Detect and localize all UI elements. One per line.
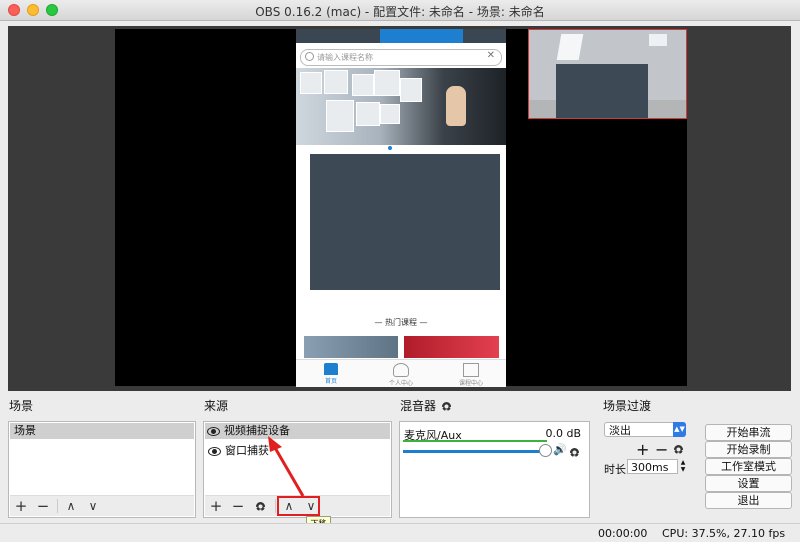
start-streaming-button[interactable]: 开始串流: [705, 424, 792, 441]
add-source-button[interactable]: +: [207, 496, 225, 516]
search-placeholder: 请输入课程名称: [317, 53, 373, 62]
volume-meter: [403, 440, 547, 442]
status-cpu: CPU: 37.5%, 27.10 fps: [662, 527, 786, 540]
webcam-source[interactable]: [528, 29, 687, 119]
speaker-icon[interactable]: 🔊: [553, 443, 567, 456]
content-placeholder: [310, 154, 500, 290]
scenes-list[interactable]: 场景 + − ∧ ∨: [8, 421, 196, 518]
visibility-eye-icon[interactable]: [208, 446, 221, 456]
captured-phone-screen[interactable]: 请输入课程名称 ✕ — 热门课程 — 首页 个人中心 课程中心: [296, 29, 506, 387]
course-thumbnail[interactable]: [404, 336, 499, 358]
add-scene-button[interactable]: +: [12, 496, 30, 516]
volume-slider-handle[interactable]: [539, 444, 552, 457]
source-item-video-capture[interactable]: 视频捕捉设备: [205, 423, 390, 439]
add-transition-button[interactable]: +: [636, 440, 649, 459]
remove-transition-button[interactable]: −: [655, 440, 668, 459]
transition-gear-icon[interactable]: [674, 443, 683, 457]
tab-home[interactable]: 首页: [296, 360, 366, 387]
remove-source-button[interactable]: −: [229, 496, 247, 516]
tab-courses[interactable]: 课程中心: [436, 360, 506, 387]
scenes-header: 场景: [9, 399, 34, 413]
phone-tab-bar: 首页 个人中心 课程中心: [296, 359, 506, 387]
phone-status-bar: [296, 29, 506, 43]
duration-stepper[interactable]: ▲ ▼: [679, 459, 687, 474]
source-properties-button[interactable]: [251, 496, 269, 516]
scene-up-button[interactable]: ∧: [62, 496, 80, 516]
start-recording-button[interactable]: 开始录制: [705, 441, 792, 458]
highlight-box: [277, 496, 320, 516]
mixer-header: 混音器: [400, 397, 451, 414]
search-icon: [305, 52, 314, 61]
chevron-updown-icon: ▲▼: [673, 422, 686, 437]
mixer-channel-gear-icon[interactable]: [570, 446, 579, 460]
gear-icon: [255, 502, 265, 511]
book-icon: [463, 363, 479, 377]
volume-slider[interactable]: [403, 450, 545, 453]
remove-scene-button[interactable]: −: [34, 496, 52, 516]
settings-button[interactable]: 设置: [705, 475, 792, 492]
source-item-window-capture[interactable]: 窗口捕获: [206, 442, 269, 460]
hot-courses-heading: — 热门课程 —: [374, 318, 428, 327]
mixer-level: 0.0 dB: [545, 427, 581, 440]
banner-image: [296, 68, 506, 145]
studio-mode-button[interactable]: 工作室模式: [705, 458, 792, 475]
clear-icon[interactable]: ✕: [487, 50, 495, 61]
duration-input[interactable]: 300ms: [627, 459, 678, 474]
scene-down-button[interactable]: ∨: [84, 496, 102, 516]
tab-profile[interactable]: 个人中心: [366, 360, 436, 387]
carousel-dots: [388, 139, 409, 153]
mixer-gear-icon[interactable]: [441, 402, 451, 411]
visibility-eye-icon[interactable]: [207, 426, 220, 436]
status-time: 00:00:00: [598, 527, 648, 540]
sources-header: 来源: [204, 399, 229, 413]
scenes-toolbar: + − ∧ ∨: [10, 495, 194, 516]
course-thumbnail[interactable]: [304, 336, 398, 358]
window-titlebar: OBS 0.16.2 (mac) - 配置文件: 未命名 - 场景: 未命名: [0, 0, 800, 21]
transition-select[interactable]: 淡出 ▲▼: [604, 422, 686, 437]
person-icon: [393, 363, 409, 377]
status-bar: 00:00:00 CPU: 37.5%, 27.10 fps: [0, 523, 800, 542]
exit-button[interactable]: 退出: [705, 492, 792, 509]
course-search-input[interactable]: 请输入课程名称 ✕: [300, 49, 502, 66]
transitions-header: 场景过渡: [603, 399, 652, 413]
audio-mixer: 麦克风/Aux 0.0 dB 🔊: [399, 421, 590, 518]
window-title: OBS 0.16.2 (mac) - 配置文件: 未命名 - 场景: 未命名: [255, 5, 545, 19]
home-icon: [324, 363, 338, 375]
duration-label: 时长: [604, 463, 626, 476]
scene-item[interactable]: 场景: [10, 423, 194, 439]
